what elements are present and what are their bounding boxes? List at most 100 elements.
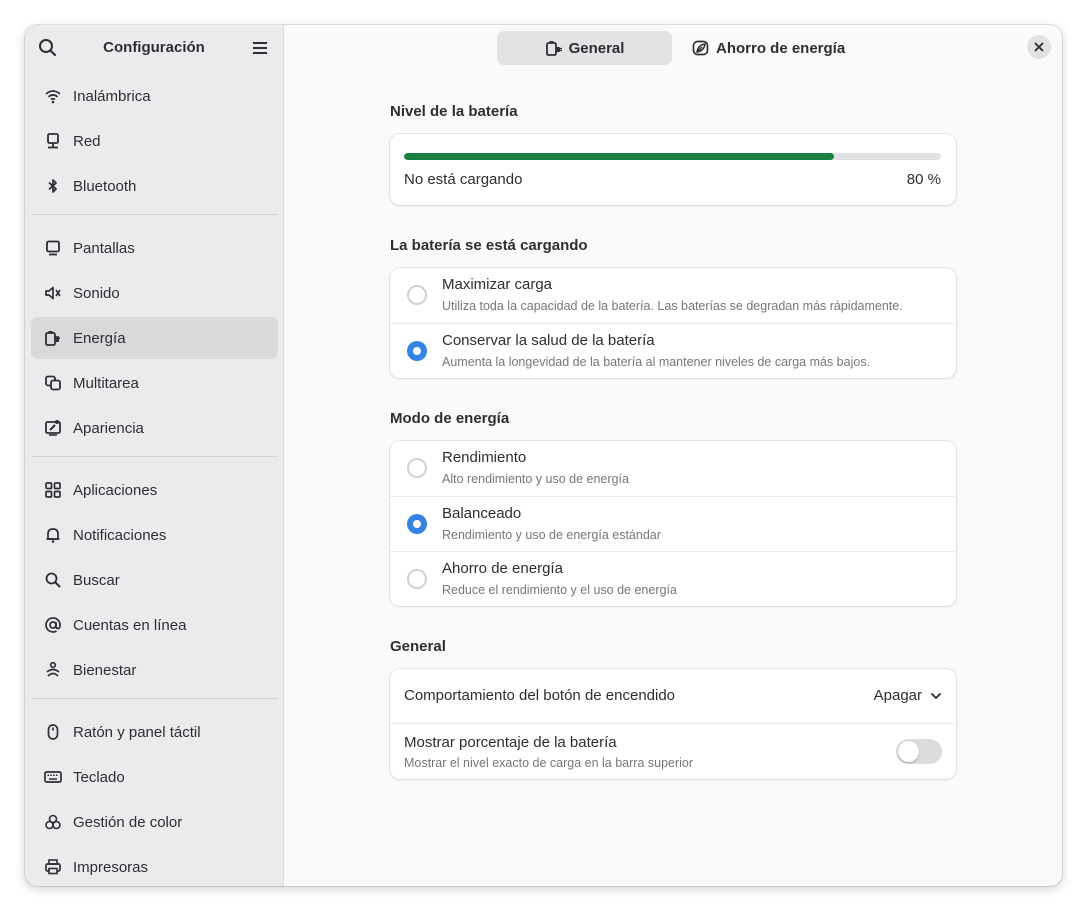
option-title: Maximizar carga (442, 276, 553, 293)
sidebar-item-red[interactable]: Red (31, 120, 278, 162)
hamburger-menu-icon (253, 42, 267, 54)
option-row[interactable]: Maximizar carga Utiliza toda la capacida… (390, 268, 956, 323)
close-button[interactable] (1027, 35, 1051, 59)
dropdown-value: Apagar (873, 687, 922, 704)
option-row[interactable]: Balanceado Rendimiento y uso de energía … (390, 496, 956, 551)
power-plug-icon (545, 41, 562, 56)
sidebar-item-label: Bluetooth (73, 177, 137, 195)
radio-conservar-salud[interactable] (407, 341, 427, 361)
sidebar-item-impresoras[interactable]: Impresoras (31, 846, 278, 886)
sidebar-item-label: Red (73, 132, 101, 150)
color-management-icon (45, 814, 61, 830)
section-title-power-mode: Modo de energía (390, 410, 510, 427)
tab-label: General (568, 39, 625, 57)
sidebar-header: Configuración (25, 25, 283, 71)
option-title: Conservar la salud de la batería (442, 332, 655, 349)
keyboard-icon (44, 771, 62, 783)
sidebar-item-sonido[interactable]: Sonido (31, 272, 278, 314)
sidebar-item-bienestar[interactable]: Bienestar (31, 649, 278, 691)
option-row[interactable]: Rendimiento Alto rendimiento y uso de en… (390, 441, 956, 496)
network-icon (47, 133, 59, 149)
power-button-dropdown[interactable]: Apagar (874, 687, 942, 704)
tab-general[interactable]: General (497, 31, 672, 65)
sidebar-separator (31, 456, 278, 457)
option-subtitle: Aumenta la longevidad de la batería al m… (442, 355, 871, 369)
sidebar: Configuración Inalámbrica Red Bluetooth … (25, 25, 284, 886)
sidebar-item-buscar[interactable]: Buscar (31, 559, 278, 601)
section-title-general: General (390, 638, 446, 655)
close-icon (1034, 42, 1044, 52)
sidebar-item-cuentas-en-linea[interactable]: Cuentas en línea (31, 604, 278, 646)
sidebar-item-label: Pantallas (73, 239, 135, 257)
radio-rendimiento[interactable] (407, 458, 427, 478)
display-icon (46, 240, 60, 256)
option-title: Balanceado (442, 505, 522, 522)
sidebar-item-bluetooth[interactable]: Bluetooth (31, 165, 278, 207)
sidebar-item-gestion-de-color[interactable]: Gestión de color (31, 801, 278, 843)
sidebar-item-label: Gestión de color (73, 813, 183, 831)
radio-balanceado[interactable] (407, 514, 427, 534)
main-menu-button[interactable] (249, 37, 271, 59)
option-subtitle: Utiliza toda la capacidad de la batería.… (442, 299, 903, 313)
apps-grid-icon (45, 482, 61, 498)
sidebar-item-raton-y-panel-tactil[interactable]: Ratón y panel táctil (31, 711, 278, 753)
leaf-icon (692, 40, 709, 56)
mouse-icon (47, 724, 59, 740)
show-percentage-subtitle: Mostrar el nivel exacto de carga en la b… (404, 756, 694, 770)
power-button-row[interactable]: Comportamiento del botón de encendido Ap… (390, 669, 956, 723)
sidebar-item-label: Inalámbrica (73, 87, 151, 105)
sidebar-item-teclado[interactable]: Teclado (31, 756, 278, 798)
sidebar-separator (31, 214, 278, 215)
sidebar-item-label: Teclado (73, 768, 125, 786)
sidebar-item-energia[interactable]: Energía (31, 317, 278, 359)
option-title: Ahorro de energía (442, 560, 563, 577)
sidebar-item-notificaciones[interactable]: Notificaciones (31, 514, 278, 556)
sidebar-item-label: Apariencia (73, 419, 144, 437)
section-title-battery-level: Nivel de la batería (390, 103, 518, 120)
sidebar-item-label: Multitarea (73, 374, 139, 392)
show-percentage-label: Mostrar porcentaje de la batería (404, 734, 617, 751)
wellbeing-icon (46, 661, 60, 677)
option-title: Rendimiento (442, 449, 527, 466)
view-switcher: General Ahorro de energía (497, 31, 861, 65)
tab-ahorro-de-energia[interactable]: Ahorro de energía (676, 31, 861, 65)
sidebar-item-inalambrica[interactable]: Inalámbrica (31, 75, 278, 117)
sidebar-separator (31, 698, 278, 699)
sidebar-item-label: Energía (73, 329, 126, 347)
sidebar-list: Inalámbrica Red Bluetooth Pantallas Soni… (31, 75, 278, 886)
main-panel: General Ahorro de energía Nivel de la ba… (285, 25, 1062, 886)
option-subtitle: Reduce el rendimiento y el uso de energí… (442, 583, 677, 597)
appearance-icon (45, 420, 61, 436)
chevron-down-icon (931, 692, 941, 699)
show-percentage-switch[interactable] (896, 739, 942, 764)
radio-ahorro-de-energia[interactable] (407, 569, 427, 589)
radio-maximizar-carga[interactable] (407, 285, 427, 305)
battery-level-card: No está cargando 80 % (390, 134, 956, 205)
sidebar-item-label: Notificaciones (73, 526, 167, 544)
section-title-charging: La batería se está cargando (390, 237, 588, 254)
battery-percentage: 80 % (906, 171, 941, 188)
sidebar-item-pantallas[interactable]: Pantallas (31, 227, 278, 269)
speaker-icon (45, 286, 61, 300)
battery-status: No está cargando (404, 171, 523, 188)
sidebar-item-label: Sonido (73, 284, 120, 302)
sidebar-item-apariencia[interactable]: Apariencia (31, 407, 278, 449)
wifi-icon (45, 90, 61, 104)
show-percentage-row[interactable]: Mostrar porcentaje de la batería Mostrar… (390, 723, 956, 778)
sidebar-item-aplicaciones[interactable]: Aplicaciones (31, 469, 278, 511)
search-icon (45, 572, 61, 588)
power-plug-icon (45, 331, 60, 346)
printer-icon (45, 859, 61, 875)
general-card: Comportamiento del botón de encendido Ap… (390, 669, 956, 779)
option-row[interactable]: Ahorro de energía Reduce el rendimiento … (390, 551, 956, 606)
option-row[interactable]: Conservar la salud de la batería Aumenta… (390, 323, 956, 378)
sidebar-item-label: Cuentas en línea (73, 616, 187, 634)
power-mode-card: Rendimiento Alto rendimiento y uso de en… (390, 441, 956, 606)
sidebar-item-label: Ratón y panel táctil (73, 723, 201, 741)
option-subtitle: Alto rendimiento y uso de energía (442, 472, 629, 486)
battery-level-bar (404, 153, 941, 160)
bell-icon (46, 528, 60, 543)
multitask-icon (45, 375, 61, 391)
sidebar-item-multitarea[interactable]: Multitarea (31, 362, 278, 404)
option-subtitle: Rendimiento y uso de energía estándar (442, 528, 661, 542)
